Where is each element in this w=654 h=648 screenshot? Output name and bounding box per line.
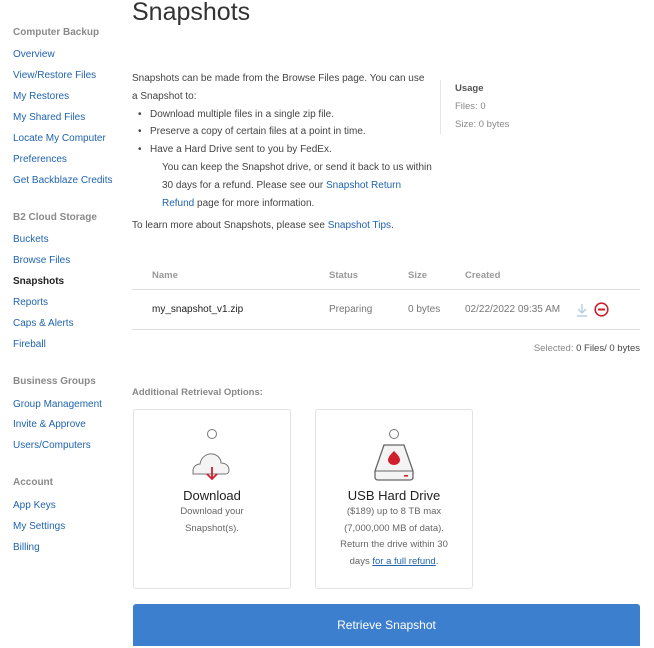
divider bbox=[132, 289, 640, 290]
cloud-download-icon bbox=[192, 453, 230, 481]
tips-text: To learn more about Snapshots, please se… bbox=[132, 220, 328, 231]
intro-line: Snapshots can be made from the Browse Fi… bbox=[132, 73, 425, 102]
column-header-status[interactable]: Status bbox=[329, 270, 358, 281]
usage-files: Files: 0 bbox=[455, 101, 486, 112]
refund-note: You can keep the Snapshot drive, or send… bbox=[132, 159, 432, 212]
refund-note-text-end: page for more information. bbox=[194, 197, 315, 209]
sidebar-item-get-backblaze-credits[interactable]: Get Backblaze Credits bbox=[13, 175, 113, 186]
option-download-card[interactable]: Download Download your Snapshot(s). bbox=[133, 409, 291, 589]
sidebar-item-fireball[interactable]: Fireball bbox=[13, 339, 46, 350]
sidebar-item-overview[interactable]: Overview bbox=[13, 49, 55, 60]
bullet-text: Have a Hard Drive sent to you by FedEx. bbox=[150, 144, 332, 156]
download-icon[interactable] bbox=[576, 303, 588, 317]
sidebar-item-users-computers[interactable]: Users/Computers bbox=[13, 440, 91, 451]
retrieve-snapshot-button[interactable]: Retrieve Snapshot bbox=[133, 604, 640, 646]
usage-size: Size: 0 bytes bbox=[455, 119, 510, 130]
intro-text: Snapshots can be made from the Browse Fi… bbox=[132, 70, 432, 212]
sidebar-item-view-restore-files[interactable]: View/Restore Files bbox=[13, 70, 96, 81]
selected-summary: Selected: 0 Files/ 0 bytes bbox=[534, 343, 640, 354]
snapshot-tips-line: To learn more about Snapshots, please se… bbox=[132, 220, 394, 231]
sidebar-item-my-settings[interactable]: My Settings bbox=[13, 521, 65, 532]
selected-value: 0 Files/ 0 bytes bbox=[576, 343, 640, 354]
download-option-title: Download bbox=[183, 488, 241, 503]
sidebar-item-reports[interactable]: Reports bbox=[13, 297, 48, 308]
sidebar-section-account: Account bbox=[13, 477, 53, 488]
sidebar-item-group-management[interactable]: Group Management bbox=[13, 399, 102, 410]
download-option-desc: Download your Snapshot(s). bbox=[180, 506, 244, 534]
sidebar-item-caps-alerts[interactable]: Caps & Alerts bbox=[13, 318, 74, 329]
snapshot-tips-link[interactable]: Snapshot Tips bbox=[328, 220, 391, 231]
usb-desc-end: . bbox=[435, 555, 439, 567]
usage-title: Usage bbox=[455, 83, 484, 94]
snapshot-size: 0 bytes bbox=[408, 304, 441, 315]
intro-bullets: • Download multiple files in a single zip… bbox=[132, 106, 432, 159]
page-title: Snapshots bbox=[132, 0, 251, 26]
bullet-text: Download multiple files in a single zip … bbox=[150, 108, 334, 120]
sidebar-item-snapshots[interactable]: Snapshots bbox=[13, 276, 64, 287]
usb-option-desc: ($189) up to 8 TB max (7,000,000 MB of d… bbox=[316, 504, 472, 570]
sidebar-item-locate-my-computer[interactable]: Locate My Computer bbox=[13, 133, 106, 144]
snapshot-status: Preparing bbox=[329, 304, 373, 315]
column-header-created[interactable]: Created bbox=[465, 270, 500, 281]
column-header-size[interactable]: Size bbox=[408, 270, 427, 281]
sidebar-section-b2-cloud-storage: B2 Cloud Storage bbox=[13, 212, 97, 223]
sidebar-section-business-groups: Business Groups bbox=[13, 376, 96, 387]
sidebar-item-preferences[interactable]: Preferences bbox=[13, 154, 67, 165]
sidebar-item-billing[interactable]: Billing bbox=[13, 542, 40, 553]
sidebar-item-my-shared-files[interactable]: My Shared Files bbox=[13, 112, 85, 123]
sidebar-item-buckets[interactable]: Buckets bbox=[13, 234, 49, 245]
hard-drive-icon bbox=[374, 444, 414, 481]
selected-label: Selected: bbox=[533, 343, 574, 354]
sidebar-item-browse-files[interactable]: Browse Files bbox=[13, 255, 70, 266]
additional-options-title: Additional Retrieval Options: bbox=[132, 387, 263, 398]
bullet-item: • Have a Hard Drive sent to you by FedEx. bbox=[138, 144, 332, 156]
download-radio[interactable] bbox=[207, 429, 217, 439]
divider bbox=[132, 329, 640, 330]
bullet-item: • Download multiple files in a single zip… bbox=[138, 108, 334, 120]
full-refund-link[interactable]: for a full refund bbox=[372, 556, 435, 567]
usb-radio[interactable] bbox=[389, 429, 399, 439]
bullet-text: Preserve a copy of certain files at a po… bbox=[150, 126, 366, 138]
column-header-name[interactable]: Name bbox=[152, 270, 178, 281]
sidebar-item-app-keys[interactable]: App Keys bbox=[13, 500, 56, 511]
option-usb-hard-drive-card[interactable]: USB Hard Drive ($189) up to 8 TB max (7,… bbox=[315, 409, 473, 589]
usb-option-title: USB Hard Drive bbox=[347, 488, 441, 503]
sidebar-section-computer-backup: Computer Backup bbox=[13, 27, 100, 38]
bullet-item: • Preserve a copy of certain files at a p… bbox=[138, 126, 366, 138]
tips-end: . bbox=[391, 220, 394, 231]
sidebar-item-invite-approve[interactable]: Invite & Approve bbox=[13, 419, 86, 430]
usage-panel: Usage Files: 0 Size: 0 bytes bbox=[440, 80, 509, 134]
delete-icon[interactable] bbox=[594, 302, 609, 317]
snapshot-created: 02/22/2022 09:35 AM bbox=[465, 304, 561, 315]
snapshot-name[interactable]: my_snapshot_v1.zip bbox=[152, 304, 243, 315]
sidebar-item-my-restores[interactable]: My Restores bbox=[13, 91, 69, 102]
